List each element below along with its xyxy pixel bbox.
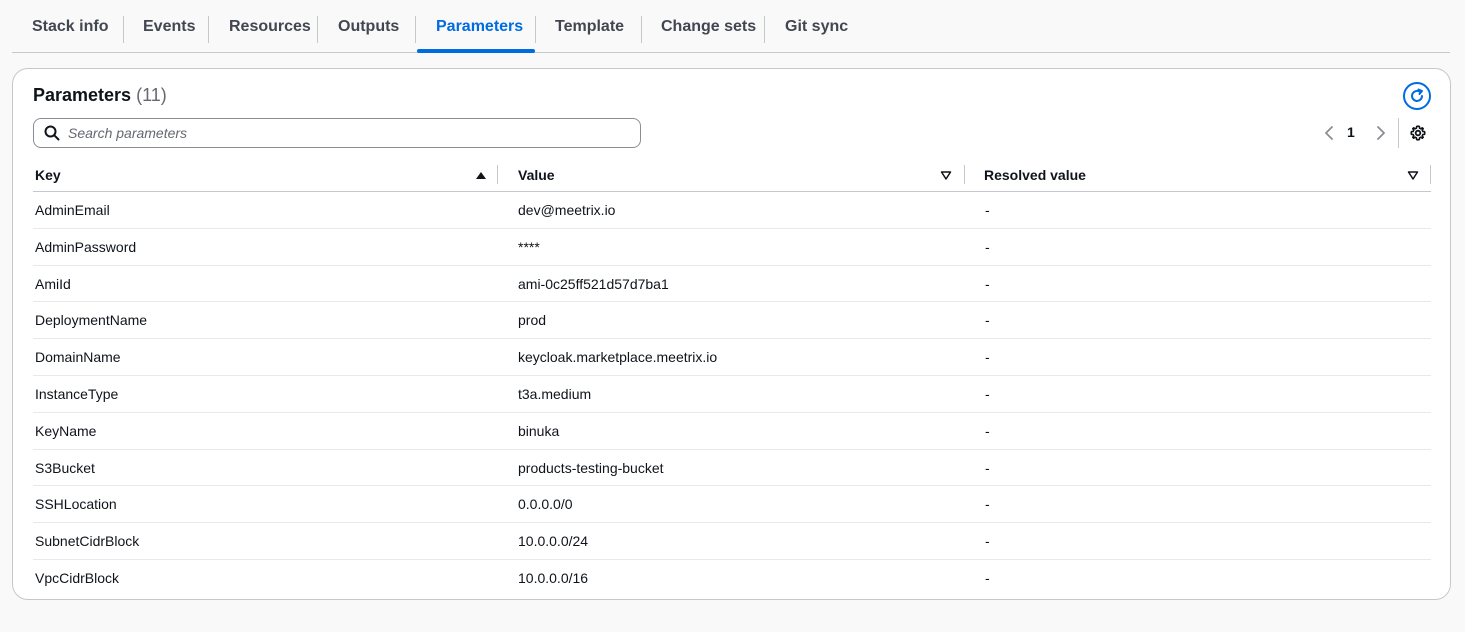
table-header: Key Value Resolved value <box>33 157 1431 192</box>
cell-resolved-value: - <box>985 202 990 218</box>
table-row: VpcCidrBlock 10.0.0.0/16 - <box>33 560 1431 597</box>
parameters-table-body: AdminEmail dev@meetrix.io - AdminPasswor… <box>33 192 1431 597</box>
cell-key: SubnetCidrBlock <box>35 533 140 550</box>
cell-resolved-value: - <box>985 385 990 402</box>
active-tab-indicator <box>417 49 535 53</box>
table-row: S3Bucket products-testing-bucket - <box>33 450 1431 487</box>
cell-value: 0.0.0.0/0 <box>518 496 573 513</box>
page-number-button[interactable]: 1 <box>1347 124 1355 140</box>
column-header-resolved-value[interactable]: Resolved value <box>984 157 1430 192</box>
refresh-button[interactable] <box>1403 82 1431 110</box>
gear-icon <box>1410 125 1426 141</box>
cell-resolved-value: - <box>985 533 990 550</box>
panel-title-text: Parameters <box>33 85 132 105</box>
tab-divider <box>764 16 765 43</box>
search-box <box>33 118 641 148</box>
table-row: KeyName binuka - <box>33 413 1431 450</box>
cell-resolved-value: - <box>985 422 990 439</box>
tab-change-sets[interactable]: Change sets <box>661 0 756 53</box>
table-row: AmiId ami-0c25ff521d57d7ba1 - <box>33 266 1431 303</box>
refresh-icon <box>1411 88 1423 102</box>
tab-resources[interactable]: Resources <box>229 0 311 53</box>
toolbar-divider <box>1398 118 1399 148</box>
caret-down-outline-icon <box>1407 171 1419 180</box>
parameters-panel: Parameters (11) 1 Key <box>12 68 1451 600</box>
cell-resolved-value: - <box>985 459 990 476</box>
tab-bar: Stack info Events Resources Outputs Para… <box>12 0 1450 53</box>
column-divider <box>1430 165 1431 184</box>
cell-resolved-value: - <box>985 238 990 255</box>
cell-value: dev@meetrix.io <box>518 202 616 218</box>
column-header-value[interactable]: Value <box>518 157 964 192</box>
table-row: AdminPassword **** - <box>33 229 1431 266</box>
column-divider <box>964 165 965 184</box>
tab-divider <box>641 16 642 43</box>
tab-template[interactable]: Template <box>555 0 624 53</box>
cell-key: VpcCidrBlock <box>35 569 120 586</box>
previous-page-button[interactable] <box>1321 124 1337 142</box>
cell-value: **** <box>518 238 540 255</box>
cell-value: keycloak.marketplace.meetrix.io <box>518 349 718 366</box>
table-row: SSHLocation 0.0.0.0/0 - <box>33 486 1431 524</box>
cell-key: KeyName <box>35 422 97 439</box>
tab-events[interactable]: Events <box>143 0 195 53</box>
cell-resolved-value: - <box>985 496 990 513</box>
tab-divider <box>535 16 536 43</box>
table-row: AdminEmail dev@meetrix.io - <box>33 192 1431 229</box>
column-label-key: Key <box>35 166 61 183</box>
caret-down-outline-icon <box>940 171 952 180</box>
column-label-resolved-value: Resolved value <box>984 166 1086 183</box>
chevron-right-icon <box>1377 126 1385 140</box>
column-divider <box>497 165 498 184</box>
cell-resolved-value: - <box>985 275 990 292</box>
cell-key: AdminEmail <box>35 202 110 218</box>
panel-title: Parameters (11) <box>33 85 167 106</box>
column-label-value: Value <box>518 166 555 183</box>
table-row: InstanceType t3a.medium - <box>33 376 1431 413</box>
tab-git-sync[interactable]: Git sync <box>785 0 848 53</box>
tab-divider <box>317 16 318 43</box>
cell-resolved-value: - <box>985 569 990 586</box>
table-row: SubnetCidrBlock 10.0.0.0/24 - <box>33 523 1431 560</box>
parameter-count: (11) <box>136 85 167 105</box>
cell-key: AdminPassword <box>35 238 137 255</box>
cell-resolved-value: - <box>985 312 990 329</box>
tab-parameters[interactable]: Parameters <box>436 0 523 53</box>
preferences-button[interactable] <box>1409 124 1427 142</box>
cell-key: S3Bucket <box>35 459 95 476</box>
table-row: DomainName keycloak.marketplace.meetrix.… <box>33 339 1431 376</box>
column-header-key[interactable]: Key <box>35 157 497 192</box>
table-row: DeploymentName prod - <box>33 302 1431 340</box>
cell-value: t3a.medium <box>518 385 592 402</box>
chevron-left-icon <box>1325 126 1333 140</box>
cell-value: 10.0.0.0/24 <box>518 533 589 550</box>
cell-key: DeploymentName <box>35 312 148 329</box>
search-input[interactable] <box>68 125 608 141</box>
cell-resolved-value: - <box>985 349 990 366</box>
cell-key: InstanceType <box>35 385 119 402</box>
next-page-button[interactable] <box>1373 124 1389 142</box>
cell-key: AmiId <box>35 275 71 292</box>
tab-outputs[interactable]: Outputs <box>338 0 399 53</box>
tab-stack-info[interactable]: Stack info <box>32 0 108 53</box>
tab-divider <box>415 16 416 43</box>
cell-value: products-testing-bucket <box>518 459 664 476</box>
cell-value: binuka <box>518 422 560 439</box>
cell-key: DomainName <box>35 349 121 366</box>
tab-divider <box>123 16 124 43</box>
search-icon <box>44 125 60 141</box>
cell-value: ami-0c25ff521d57d7ba1 <box>518 275 669 292</box>
caret-up-filled-icon <box>476 172 486 179</box>
tab-divider <box>208 16 209 43</box>
cell-value: 10.0.0.0/16 <box>518 569 589 586</box>
cell-value: prod <box>518 312 547 329</box>
cell-key: SSHLocation <box>35 496 117 513</box>
